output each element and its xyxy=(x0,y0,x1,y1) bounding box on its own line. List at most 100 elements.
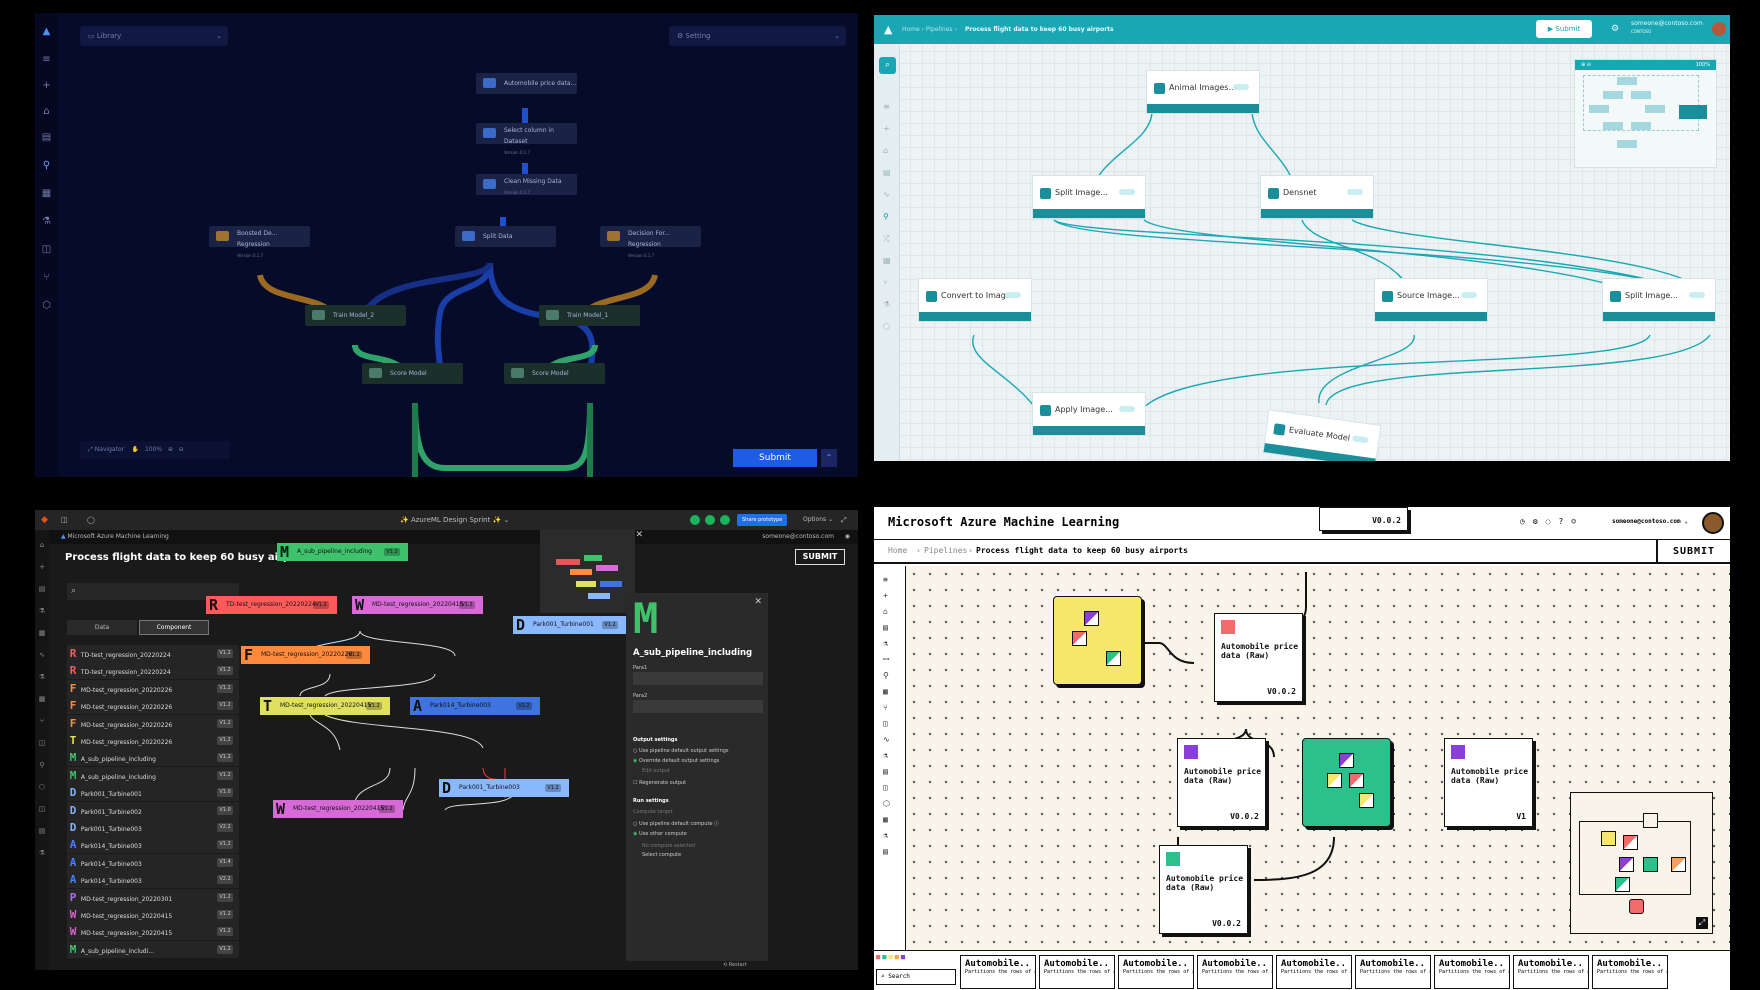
node-port-bar[interactable] xyxy=(1033,209,1145,218)
pipeline-node[interactable]: W MD-test_regression_20220415 V1.2 xyxy=(273,800,403,818)
node-automobile-left[interactable]: Automobile price data (Raw) V0.0.2 xyxy=(1177,738,1266,827)
pipeline-node[interactable]: A Park014_Turbine003 V1.2 xyxy=(410,697,540,715)
dark-designer-panel: ▲ ≡ + ⌂ ▤ ⚲ ▦ ⚗ ◫ ⑂ ⬡ ▭ Library ⌄ ⚙ Sett… xyxy=(35,13,858,477)
node-label: TD-test_regression_20220224 xyxy=(226,601,316,608)
radio-default-compute[interactable]: ○ Use pipeline default compute ⓘ xyxy=(633,820,719,827)
node-boosted-regression[interactable]: Boosted De... Regression Version 0.1.7 xyxy=(209,226,310,258)
submit-button[interactable]: Submit xyxy=(733,449,817,467)
node-split-data[interactable]: Split Data xyxy=(455,226,556,247)
node-clean-missing[interactable]: Clean Missing Data Version 0.1.7 xyxy=(476,174,577,195)
close-icon[interactable]: ✕ xyxy=(754,597,762,607)
component-card[interactable]: Automobile.. V1Partitions the rows of a … xyxy=(1197,955,1273,989)
node-train-model-1[interactable]: Train Model_1 xyxy=(539,305,640,326)
node-label: Split Image... xyxy=(1055,188,1108,197)
node-densnet[interactable]: Densnet xyxy=(1260,175,1374,219)
component-card[interactable]: Automobile.. V1Partitions the rows of a … xyxy=(1118,955,1194,989)
node-tag xyxy=(1119,189,1135,195)
node-port-bar[interactable] xyxy=(1033,426,1145,435)
zoom-level[interactable]: 100% xyxy=(145,446,162,453)
pipeline-node[interactable]: F MD-test_regression_20220226 V1.2 xyxy=(241,646,370,664)
zoom-level[interactable]: 100% xyxy=(1696,60,1710,70)
minimap[interactable]: ⊕ ⊖ 100% xyxy=(1574,59,1717,168)
tray-filter-icons[interactable]: ■■■■■ xyxy=(876,953,958,967)
node-split-image-b[interactable]: Split Image... xyxy=(1602,278,1716,322)
select-compute-link[interactable]: Select compute xyxy=(642,852,681,858)
node-port-bar[interactable] xyxy=(1603,312,1715,321)
minimap[interactable]: ⤢ xyxy=(1570,792,1713,934)
component-card[interactable]: Automobile.. V1Partitions the rows of a … xyxy=(960,955,1036,989)
regenerate-checkbox[interactable]: ☐ Regenerate output xyxy=(633,780,686,786)
properties-panel: ✕ M A_sub_pipeline_including Para1 Para2… xyxy=(626,593,768,961)
component-icon xyxy=(1327,773,1342,788)
checkbox-label: Regenerate output xyxy=(639,780,687,786)
card-description: Partitions the rows of a dataset into xyxy=(1360,969,1430,975)
component-card[interactable]: Automobile.. V1Partitions the rows of a … xyxy=(1513,955,1589,989)
node-convert-to-image[interactable]: Convert to Imag... xyxy=(918,278,1032,322)
node-automobile-bottom[interactable]: Automobile price data (Raw) V0.0.2 xyxy=(1159,845,1248,934)
dataset-icon xyxy=(1451,745,1465,759)
node-upstream[interactable]: V0.0.2 xyxy=(1319,507,1408,531)
radio-override-output[interactable]: ◉ Override default output settings xyxy=(633,758,719,764)
node-version: V0.0.2 xyxy=(1267,687,1296,696)
component-card[interactable]: Automobile.. V1Partitions the rows of a … xyxy=(1276,955,1352,989)
expand-icon[interactable]: ⤢ xyxy=(1696,917,1708,929)
zoom-out-icon[interactable]: ⊖ xyxy=(179,446,184,453)
node-label: Select column in Dataset xyxy=(504,127,554,145)
node-port-bar[interactable] xyxy=(919,312,1031,321)
node-version: Version 0.1.7 xyxy=(504,150,531,155)
node-version: V0.0.2 xyxy=(1230,812,1259,821)
edit-output-link[interactable]: Edit output xyxy=(642,768,670,774)
node-port-bar[interactable] xyxy=(1147,104,1259,113)
para2-input[interactable] xyxy=(633,700,763,713)
card-description: Partitions the rows of a dataset into xyxy=(1281,969,1351,975)
pipeline-node[interactable]: R TD-test_regression_20220224 V1.2 xyxy=(206,596,337,614)
minimap-close-icon[interactable]: ✕ xyxy=(603,530,643,542)
minimap-node xyxy=(600,581,622,587)
para1-input[interactable] xyxy=(633,672,763,685)
node-port-bar[interactable] xyxy=(1375,312,1487,321)
pipeline-node[interactable]: T MD-test_regression_20220415 V1.2 xyxy=(260,697,390,715)
node-label: Convert to Imag... xyxy=(941,291,1014,300)
node-select-column[interactable]: Select column in Dataset Version 0.1.7 xyxy=(476,123,577,155)
pipeline-node[interactable]: M A_sub_pipeline_including V1.2 xyxy=(277,543,408,561)
node-label: MD-test_regression_20220226 xyxy=(261,651,353,658)
component-icon xyxy=(1359,793,1374,808)
node-tag xyxy=(1005,292,1021,298)
radio-other-compute[interactable]: ◉ Use other compute xyxy=(633,831,687,837)
node-group-yellow[interactable] xyxy=(1053,596,1142,685)
node-label: Decision For... Regression xyxy=(628,230,670,248)
node-train-model-2[interactable]: Train Model_2 xyxy=(305,305,406,326)
component-card[interactable]: Automobile.. V1Partitions the rows of a … xyxy=(1592,955,1668,989)
zoom-in-icon[interactable]: ⊕ ⊖ xyxy=(1581,62,1591,68)
node-automobile-right[interactable]: Automobile price data (Raw) V1 xyxy=(1444,738,1533,827)
node-split-image-a[interactable]: Split Image... xyxy=(1032,175,1146,219)
navigator-button[interactable]: ⤢ Navigator xyxy=(88,446,124,453)
node-automobile[interactable]: Automobile price data... xyxy=(476,73,577,94)
restart-button[interactable]: ⟲ Restart xyxy=(723,962,747,968)
search-input[interactable]: ⌕ Search xyxy=(876,969,956,985)
component-card[interactable]: Automobile.. V1Partitions the rows of a … xyxy=(1434,955,1510,989)
hand-icon[interactable]: ✋ xyxy=(132,446,139,453)
node-score-model-a[interactable]: Score Model xyxy=(362,363,463,384)
component-card[interactable]: Automobile.. V1Partitions the rows of a … xyxy=(1039,955,1115,989)
node-apply-image[interactable]: Apply Image... xyxy=(1032,392,1146,436)
chevron-up-icon[interactable]: ⌃ xyxy=(821,449,837,467)
node-decision-forest[interactable]: Decision For... Regression Version 0.1.7 xyxy=(600,226,701,258)
node-score-model-b[interactable]: Score Model xyxy=(504,363,605,384)
pipeline-node[interactable]: D Park001_Turbine003 V1.2 xyxy=(439,779,569,797)
component-card[interactable]: Automobile.. V1Partitions the rows of a … xyxy=(1355,955,1431,989)
node-port-bar[interactable] xyxy=(1261,209,1373,218)
pipeline-node[interactable]: D Park001_Turbine001 V1.2 xyxy=(513,616,626,634)
node-tag xyxy=(1233,84,1249,90)
node-letter-badge: W xyxy=(276,800,286,818)
brutalist-designer-panel: Microsoft Azure Machine Learning ◷⚙◌?☺ s… xyxy=(874,507,1730,990)
node-automobile-top[interactable]: Automobile price data (Raw) V0.0.2 xyxy=(1214,613,1303,702)
node-source-image[interactable]: Source Image... xyxy=(1374,278,1488,322)
radio-default-output[interactable]: ○ Use pipeline default output settings xyxy=(633,748,729,754)
node-animal-images[interactable]: Animal Images... xyxy=(1146,70,1260,114)
node-group-green[interactable] xyxy=(1302,738,1391,827)
zoom-in-icon[interactable]: ⊕ xyxy=(168,446,173,453)
card-title: Automobile.. V1 xyxy=(1281,959,1351,969)
pipeline-node[interactable]: W MD-test_regression_20220415 V1.2 xyxy=(352,596,483,614)
node-version: V1.2 xyxy=(384,548,400,556)
